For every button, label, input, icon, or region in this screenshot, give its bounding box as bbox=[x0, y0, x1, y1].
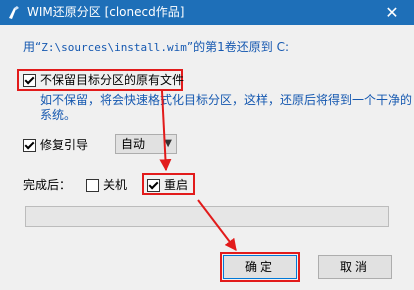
ok-button[interactable]: 确定 bbox=[223, 255, 297, 279]
repair-mode-value: 自动 bbox=[121, 137, 146, 151]
restart-checkbox[interactable]: 重启 bbox=[147, 178, 188, 192]
title-bar: WIM还原分区 [clonecd作品] ✕ bbox=[0, 0, 414, 25]
chevron-down-icon: ▼ bbox=[164, 138, 172, 149]
keep-files-checkbox-box[interactable] bbox=[23, 73, 36, 87]
shutdown-label: 关机 bbox=[103, 178, 128, 192]
window-title: WIM还原分区 [clonecd作品] bbox=[27, 5, 185, 19]
keep-files-description: 如不保留，将会快速格式化目标分区，这样，还原后将得到一个干净的系统。 bbox=[40, 93, 413, 122]
progress-bar bbox=[25, 206, 389, 227]
tool-icon bbox=[9, 6, 19, 19]
repair-mode-select[interactable]: 自动 ▼ bbox=[115, 134, 177, 154]
shutdown-checkbox[interactable]: 关机 bbox=[86, 178, 127, 192]
keep-files-checkbox[interactable]: 不保留目标分区的原有文件 bbox=[23, 73, 184, 87]
repair-boot-label: 修复引导 bbox=[40, 138, 89, 152]
after-complete-label: 完成后： bbox=[23, 178, 72, 192]
close-icon: ✕ bbox=[385, 3, 399, 22]
restore-info-prefix: 用“ bbox=[23, 40, 42, 54]
keep-files-label: 不保留目标分区的原有文件 bbox=[40, 73, 185, 87]
source-path: Z:\sources\install.wim bbox=[41, 41, 187, 54]
repair-boot-checkbox-box[interactable] bbox=[23, 138, 36, 152]
shutdown-checkbox-box[interactable] bbox=[86, 178, 99, 192]
cancel-button[interactable]: 取消 bbox=[318, 255, 392, 279]
close-button[interactable]: ✕ bbox=[370, 0, 414, 25]
restart-label: 重启 bbox=[164, 178, 189, 192]
restart-checkbox-box[interactable] bbox=[147, 178, 160, 192]
repair-boot-checkbox[interactable]: 修复引导 bbox=[23, 138, 88, 152]
restore-info-suffix: ”的第1卷还原到 C: bbox=[186, 40, 290, 54]
restore-info: 用“Z:\sources\install.wim”的第1卷还原到 C: bbox=[23, 40, 289, 55]
dialog-body bbox=[0, 25, 414, 290]
